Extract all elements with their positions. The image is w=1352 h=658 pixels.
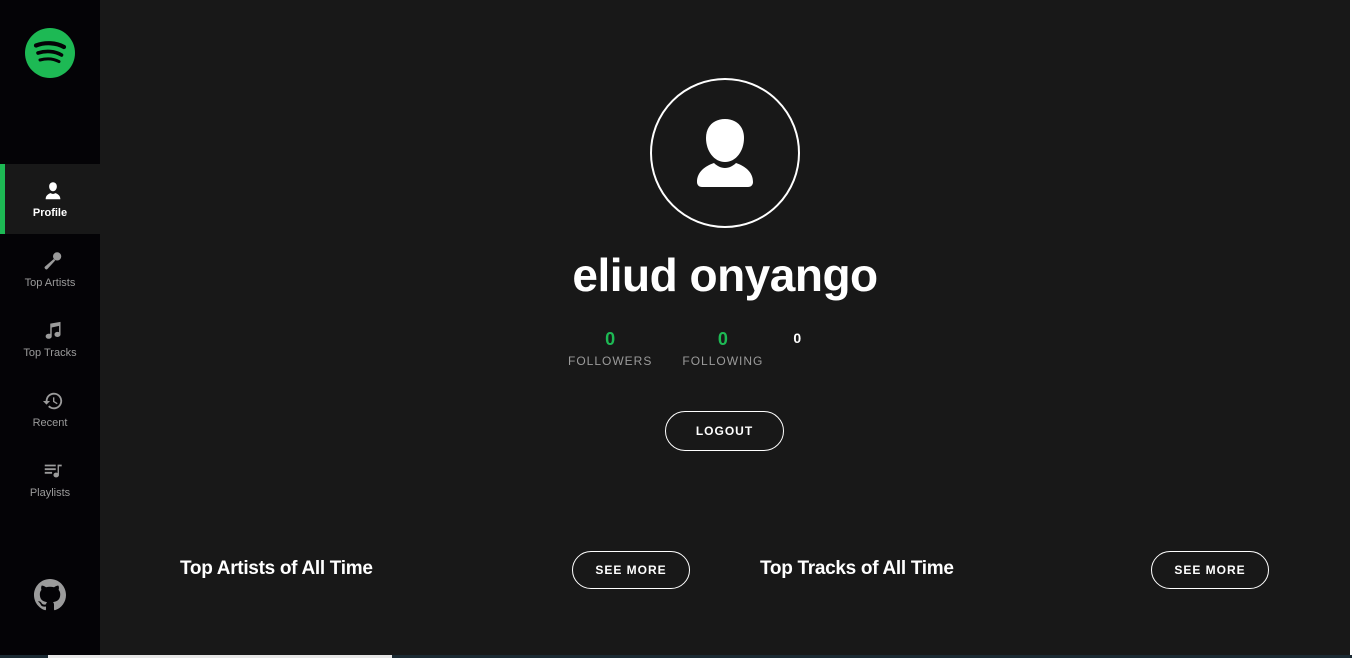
- user-name: eliud onyango: [572, 249, 878, 301]
- playlists-count: 0: [793, 330, 802, 346]
- microphone-icon: [42, 250, 64, 272]
- user-icon: [697, 119, 753, 187]
- sidebar-item-label: Playlists: [29, 486, 71, 499]
- top-artists-heading: Top Artists of All Time: [180, 558, 373, 579]
- followers-count: 0: [605, 329, 616, 349]
- user-icon: [42, 180, 64, 202]
- avatar: [650, 78, 800, 228]
- sidebar-item-label: Profile: [32, 206, 68, 219]
- sidebar-nav: Profile Top Artists Top Tracks Recent Pl…: [0, 164, 100, 514]
- playlists-stat: 0: [793, 328, 801, 368]
- followers-stat: 0 FOLLOWERS: [568, 328, 652, 368]
- sidebar-item-recent[interactable]: Recent: [0, 374, 100, 444]
- following-stat: 0 FOLLOWING: [682, 328, 763, 368]
- sidebar-item-label: Top Tracks: [23, 346, 77, 359]
- sidebar-item-label: Top Artists: [24, 276, 76, 289]
- sidebar-item-profile[interactable]: Profile: [0, 164, 100, 234]
- see-more-artists-button[interactable]: SEE MORE: [572, 551, 690, 589]
- sidebar-item-label: Recent: [32, 416, 68, 429]
- following-label: FOLLOWING: [682, 354, 764, 368]
- playlist-icon: [42, 460, 64, 482]
- spotify-logo-icon[interactable]: [25, 28, 75, 78]
- following-count: 0: [717, 329, 728, 349]
- github-icon[interactable]: [34, 579, 66, 611]
- see-more-tracks-button[interactable]: SEE MORE: [1151, 551, 1269, 589]
- sidebar-item-top-tracks[interactable]: Top Tracks: [0, 304, 100, 374]
- top-tracks-heading: Top Tracks of All Time: [760, 558, 954, 579]
- sidebar-item-playlists[interactable]: Playlists: [0, 444, 100, 514]
- app: Profile Top Artists Top Tracks Recent Pl…: [0, 0, 1352, 658]
- profile-stats: 0 FOLLOWERS 0 FOLLOWING 0: [568, 328, 831, 368]
- sidebar-item-top-artists[interactable]: Top Artists: [0, 234, 100, 304]
- logout-button[interactable]: LOGOUT: [665, 411, 784, 451]
- followers-label: FOLLOWERS: [568, 354, 653, 368]
- history-icon: [42, 390, 64, 412]
- music-note-icon: [42, 320, 64, 342]
- sidebar: Profile Top Artists Top Tracks Recent Pl…: [0, 0, 100, 658]
- main-content: eliud onyango 0 FOLLOWERS 0 FOLLOWING 0 …: [100, 0, 1350, 658]
